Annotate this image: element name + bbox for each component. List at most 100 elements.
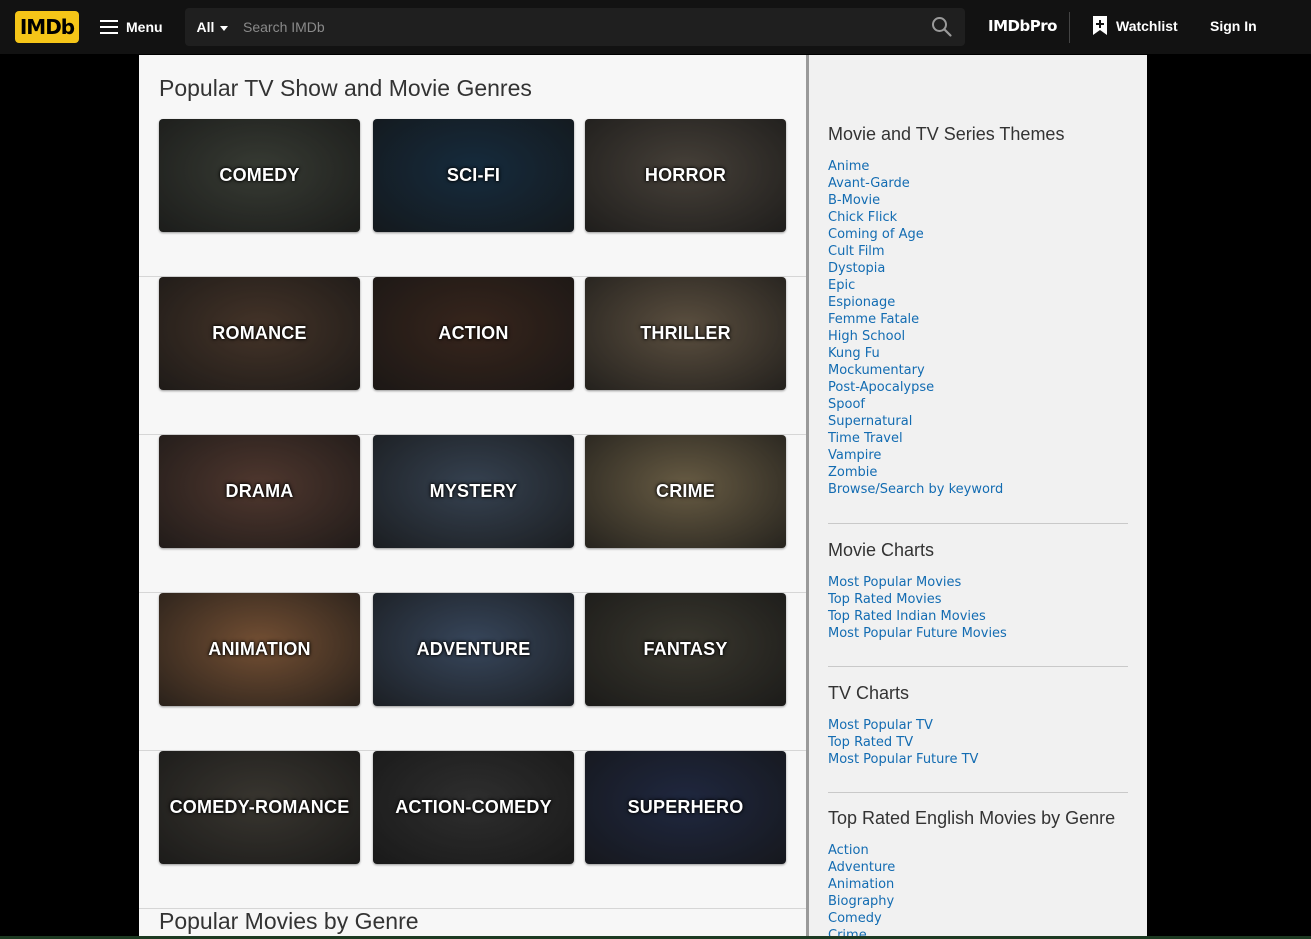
sidebar-list-item: Post-Apocalypse xyxy=(828,378,1128,395)
genre-label: CRIME xyxy=(656,481,715,501)
sidebar-list-item: Top Rated Indian Movies xyxy=(828,607,1128,624)
sidebar-list-item: Espionage xyxy=(828,293,1128,310)
genre-label: ACTION-COMEDY xyxy=(395,797,552,817)
search-icon[interactable] xyxy=(931,16,953,38)
genre-tile-fantasy[interactable]: FANTASY xyxy=(585,593,786,706)
sidebar-link[interactable]: Coming of Age xyxy=(828,227,924,242)
sidebar-link[interactable]: Vampire xyxy=(828,448,881,463)
genre-tile-drama[interactable]: DRAMA xyxy=(159,435,360,548)
sidebar-divider xyxy=(828,666,1128,667)
sign-in-link[interactable]: Sign In xyxy=(1210,18,1257,34)
sidebar-link[interactable]: Kung Fu xyxy=(828,346,880,361)
search-input[interactable] xyxy=(243,8,913,46)
genre-row: COMEDY SCI-FI HORROR xyxy=(139,119,806,277)
sidebar-link[interactable]: Top Rated TV xyxy=(828,735,913,750)
sidebar-link[interactable]: B-Movie xyxy=(828,193,880,208)
nav-divider xyxy=(1069,12,1070,43)
sidebar-list-item: Mockumentary xyxy=(828,361,1128,378)
watchlist-button[interactable]: Watchlist xyxy=(1092,16,1178,35)
search-category-dropdown[interactable]: All xyxy=(185,8,240,46)
sidebar-section: Top Rated English Movies by Genre Action A… xyxy=(828,807,1128,939)
sidebar-link[interactable]: Top Rated Indian Movies xyxy=(828,609,986,624)
sidebar-section-title: Movie and TV Series Themes xyxy=(828,124,1065,144)
genre-tile-action-comedy[interactable]: ACTION-COMEDY xyxy=(373,751,574,864)
sidebar-link[interactable]: Epic xyxy=(828,278,855,293)
sidebar-link[interactable]: Mockumentary xyxy=(828,363,925,378)
sidebar-link[interactable]: High School xyxy=(828,329,905,344)
imdbpro-link[interactable]: IMDbPro xyxy=(988,17,1057,35)
sidebar-link[interactable]: Biography xyxy=(828,894,894,909)
imdb-logo[interactable]: IMDb xyxy=(15,11,79,43)
sidebar-list-item: Most Popular Movies xyxy=(828,573,1128,590)
sidebar-list-item: Dystopia xyxy=(828,259,1128,276)
genre-label: ROMANCE xyxy=(212,323,307,343)
sidebar-link[interactable]: Spoof xyxy=(828,397,865,412)
sidebar-link[interactable]: Dystopia xyxy=(828,261,885,276)
genre-main-panel: Popular TV Show and Movie Genres COMEDY S… xyxy=(139,55,806,939)
genre-label: COMEDY-ROMANCE xyxy=(169,797,350,817)
genre-label: DRAMA xyxy=(225,481,294,501)
genre-tile-superhero[interactable]: SUPERHERO xyxy=(585,751,786,864)
sidebar-link-list: Most Popular TV Top Rated TV Most Popular … xyxy=(828,716,1128,767)
sidebar-link[interactable]: Most Popular Future Movies xyxy=(828,626,1007,641)
genre-tile-action[interactable]: ACTION xyxy=(373,277,574,390)
sidebar-list-item: Anime xyxy=(828,157,1128,174)
sidebar-list-item: Spoof xyxy=(828,395,1128,412)
sidebar-link[interactable]: Post-Apocalypse xyxy=(828,380,934,395)
genre-row: COMEDY-ROMANCE ACTION-COMEDY SUPERHERO xyxy=(139,751,806,909)
genre-label: SCI-FI xyxy=(446,165,501,185)
genre-tile-adventure[interactable]: ADVENTURE xyxy=(373,593,574,706)
sidebar-link[interactable]: Most Popular TV xyxy=(828,718,933,733)
sidebar-section-title: Top Rated English Movies by Genre xyxy=(828,808,1116,828)
sidebar-list-item: Biography xyxy=(828,892,1128,909)
genre-tile-crime[interactable]: CRIME xyxy=(585,435,786,548)
sidebar-list-item: Coming of Age xyxy=(828,225,1128,242)
genre-tile-comedy[interactable]: COMEDY xyxy=(159,119,360,232)
sidebar-list-item: Most Popular Future TV xyxy=(828,750,1128,767)
sidebar-link[interactable]: Action xyxy=(828,843,869,858)
sidebar-link[interactable]: Top Rated Movies xyxy=(828,592,942,607)
sidebar-divider xyxy=(828,523,1128,524)
bookmark-plus-icon xyxy=(1093,16,1107,35)
sidebar-list-item: Chick Flick xyxy=(828,208,1128,225)
sidebar-link[interactable]: Chick Flick xyxy=(828,210,897,225)
sidebar-link-list: Action Adventure Animation Biography Comedy C… xyxy=(828,841,1128,939)
sidebar-list-item: Comedy xyxy=(828,909,1128,926)
genre-row: DRAMA MYSTERY CRIME xyxy=(139,435,806,593)
sidebar-link[interactable]: Avant-Garde xyxy=(828,176,910,191)
genre-label: HORROR xyxy=(644,165,727,185)
sidebar-list-item: Kung Fu xyxy=(828,344,1128,361)
sidebar-link[interactable]: Femme Fatale xyxy=(828,312,919,327)
sidebar-list-item: Epic xyxy=(828,276,1128,293)
page-title: Popular TV Show and Movie Genres xyxy=(159,75,532,101)
genre-tile-horror[interactable]: HORROR xyxy=(585,119,786,232)
genre-tile-sci-fi[interactable]: SCI-FI xyxy=(373,119,574,232)
genre-label: SUPERHERO xyxy=(627,797,744,817)
genre-label: THRILLER xyxy=(640,323,731,343)
sidebar-link[interactable]: Browse/Search by keyword xyxy=(828,482,1003,497)
genre-tile-animation[interactable]: ANIMATION xyxy=(159,593,360,706)
genre-tile-mystery[interactable]: MYSTERY xyxy=(373,435,574,548)
sidebar-link[interactable]: Most Popular Movies xyxy=(828,575,961,590)
genre-tile-comedy-romance[interactable]: COMEDY-ROMANCE xyxy=(159,751,360,864)
sidebar-link[interactable]: Most Popular Future TV xyxy=(828,752,978,767)
search-bar: All xyxy=(185,8,965,46)
sidebar-link[interactable]: Comedy xyxy=(828,911,882,926)
genre-tile-romance[interactable]: ROMANCE xyxy=(159,277,360,390)
sidebar-link[interactable]: Cult Film xyxy=(828,244,885,259)
sidebar-link[interactable]: Espionage xyxy=(828,295,895,310)
sidebar-link[interactable]: Supernatural xyxy=(828,414,912,429)
sidebar-link-list: Most Popular Movies Top Rated Movies Top R… xyxy=(828,573,1128,641)
menu-button[interactable]: Menu xyxy=(92,11,170,43)
watchlist-label: Watchlist xyxy=(1116,17,1178,34)
genre-label: ANIMATION xyxy=(208,639,311,659)
menu-label: Menu xyxy=(126,19,163,35)
sidebar-link[interactable]: Animation xyxy=(828,877,894,892)
sidebar-link[interactable]: Zombie xyxy=(828,465,877,480)
sidebar-link[interactable]: Adventure xyxy=(828,860,895,875)
genre-tile-thriller[interactable]: THRILLER xyxy=(585,277,786,390)
sidebar-link[interactable]: Anime xyxy=(828,159,869,174)
sidebar-link[interactable]: Time Travel xyxy=(828,431,903,446)
sidebar-list-item: Femme Fatale xyxy=(828,310,1128,327)
sidebar-list-item: Supernatural xyxy=(828,412,1128,429)
